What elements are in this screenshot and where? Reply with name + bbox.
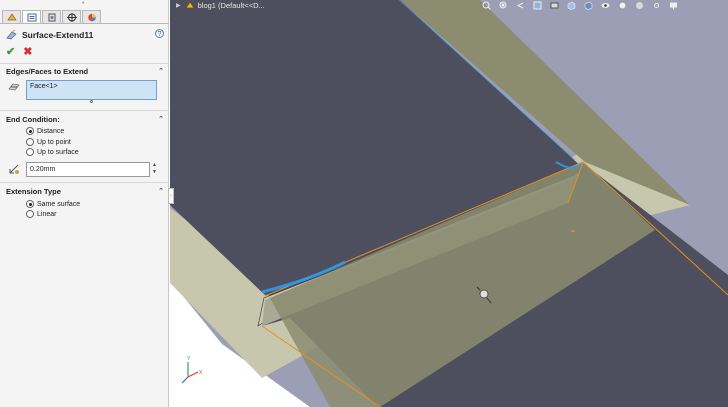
ok-cancel-row: ✔ ✖ [6, 45, 32, 58]
configuration-manager-icon [48, 13, 55, 21]
manager-tabbar [2, 10, 102, 24]
radio-linear[interactable]: Linear [26, 210, 56, 218]
section-end-condition-header[interactable]: End Condition: ⌃ [6, 115, 164, 124]
monitor-icon[interactable] [668, 0, 679, 10]
tab-property-manager[interactable] [22, 10, 41, 23]
panel-grip-icon[interactable]: • [82, 0, 84, 7]
surface-extend-icon [6, 30, 17, 40]
collapse-chevron-icon[interactable]: ⌃ [158, 115, 164, 123]
radio-same-surface[interactable]: Same surface [26, 200, 80, 208]
feature-manager-icon [6, 12, 17, 20]
radio-distance[interactable]: Distance [26, 127, 64, 135]
distance-spinner[interactable]: ▲ ▼ [151, 162, 158, 177]
display-manager-icon [87, 13, 96, 21]
resize-handle[interactable] [90, 100, 93, 103]
property-manager-panel: • Surface-Extend11 ? ✔ ✖ Edges/Faces to … [0, 0, 169, 407]
view-settings-icon[interactable] [651, 0, 662, 10]
heads-up-view-toolbar [481, 0, 679, 10]
radio-up-to-point[interactable]: Up to point [26, 138, 71, 146]
edit-appearance-icon[interactable] [617, 0, 628, 10]
graphics-viewport[interactable]: Y X [170, 0, 728, 407]
ok-button[interactable]: ✔ [6, 45, 15, 58]
view-orientation-icon[interactable] [566, 0, 577, 10]
spin-up-icon[interactable]: ▲ [151, 162, 158, 169]
radio-button-selected[interactable] [26, 127, 34, 135]
section-edges-header[interactable]: Edges/Faces to Extend ⌃ [6, 67, 164, 76]
section-view-icon[interactable] [532, 0, 543, 10]
dimxpert-manager-icon [66, 12, 77, 22]
expand-arrow-icon[interactable]: ▶ [176, 2, 181, 9]
panel-flyout-toggle[interactable]: › [168, 188, 174, 204]
face-selection-icon [8, 83, 20, 91]
cancel-button[interactable]: ✖ [23, 45, 32, 58]
zoom-area-icon[interactable] [498, 0, 509, 10]
model-scene[interactable]: Y X [170, 0, 728, 407]
tab-configuration-manager[interactable] [42, 10, 61, 23]
faces-selection-box[interactable]: Face<1> [26, 80, 157, 100]
distance-icon [9, 164, 19, 174]
tab-feature-manager[interactable] [2, 10, 21, 23]
radio-button[interactable] [26, 148, 34, 156]
previous-view-icon[interactable] [515, 0, 526, 10]
radio-button-selected[interactable] [26, 200, 34, 208]
feature-tree-breadcrumb[interactable]: ▶ blog1 (Default<<D... [176, 1, 265, 10]
dynamic-annotation-icon[interactable] [549, 0, 560, 10]
spin-down-icon[interactable]: ▼ [151, 169, 158, 176]
radio-up-to-surface[interactable]: Up to surface [26, 148, 79, 156]
property-manager-icon [27, 13, 36, 21]
section-extension-type-header[interactable]: Extension Type ⌃ [6, 187, 164, 196]
radio-button[interactable] [26, 210, 34, 218]
tab-dimxpert-manager[interactable] [62, 10, 81, 23]
part-icon [184, 1, 195, 9]
display-style-icon[interactable] [583, 0, 594, 10]
feature-title: Surface-Extend11 [22, 30, 94, 40]
radio-button[interactable] [26, 138, 34, 146]
help-icon[interactable]: ? [155, 29, 164, 38]
zoom-to-fit-icon[interactable] [481, 0, 492, 10]
feature-title-row: Surface-Extend11 ? [6, 29, 164, 41]
tab-display-manager[interactable] [82, 10, 101, 23]
apply-scene-icon[interactable] [634, 0, 645, 10]
collapse-chevron-icon[interactable]: ⌃ [158, 187, 164, 195]
hide-show-icon[interactable] [600, 0, 611, 10]
distance-input[interactable]: 0.20mm [26, 162, 150, 177]
collapse-chevron-icon[interactable]: ⌃ [158, 67, 164, 75]
selected-face-item[interactable]: Face<1> [30, 83, 58, 90]
